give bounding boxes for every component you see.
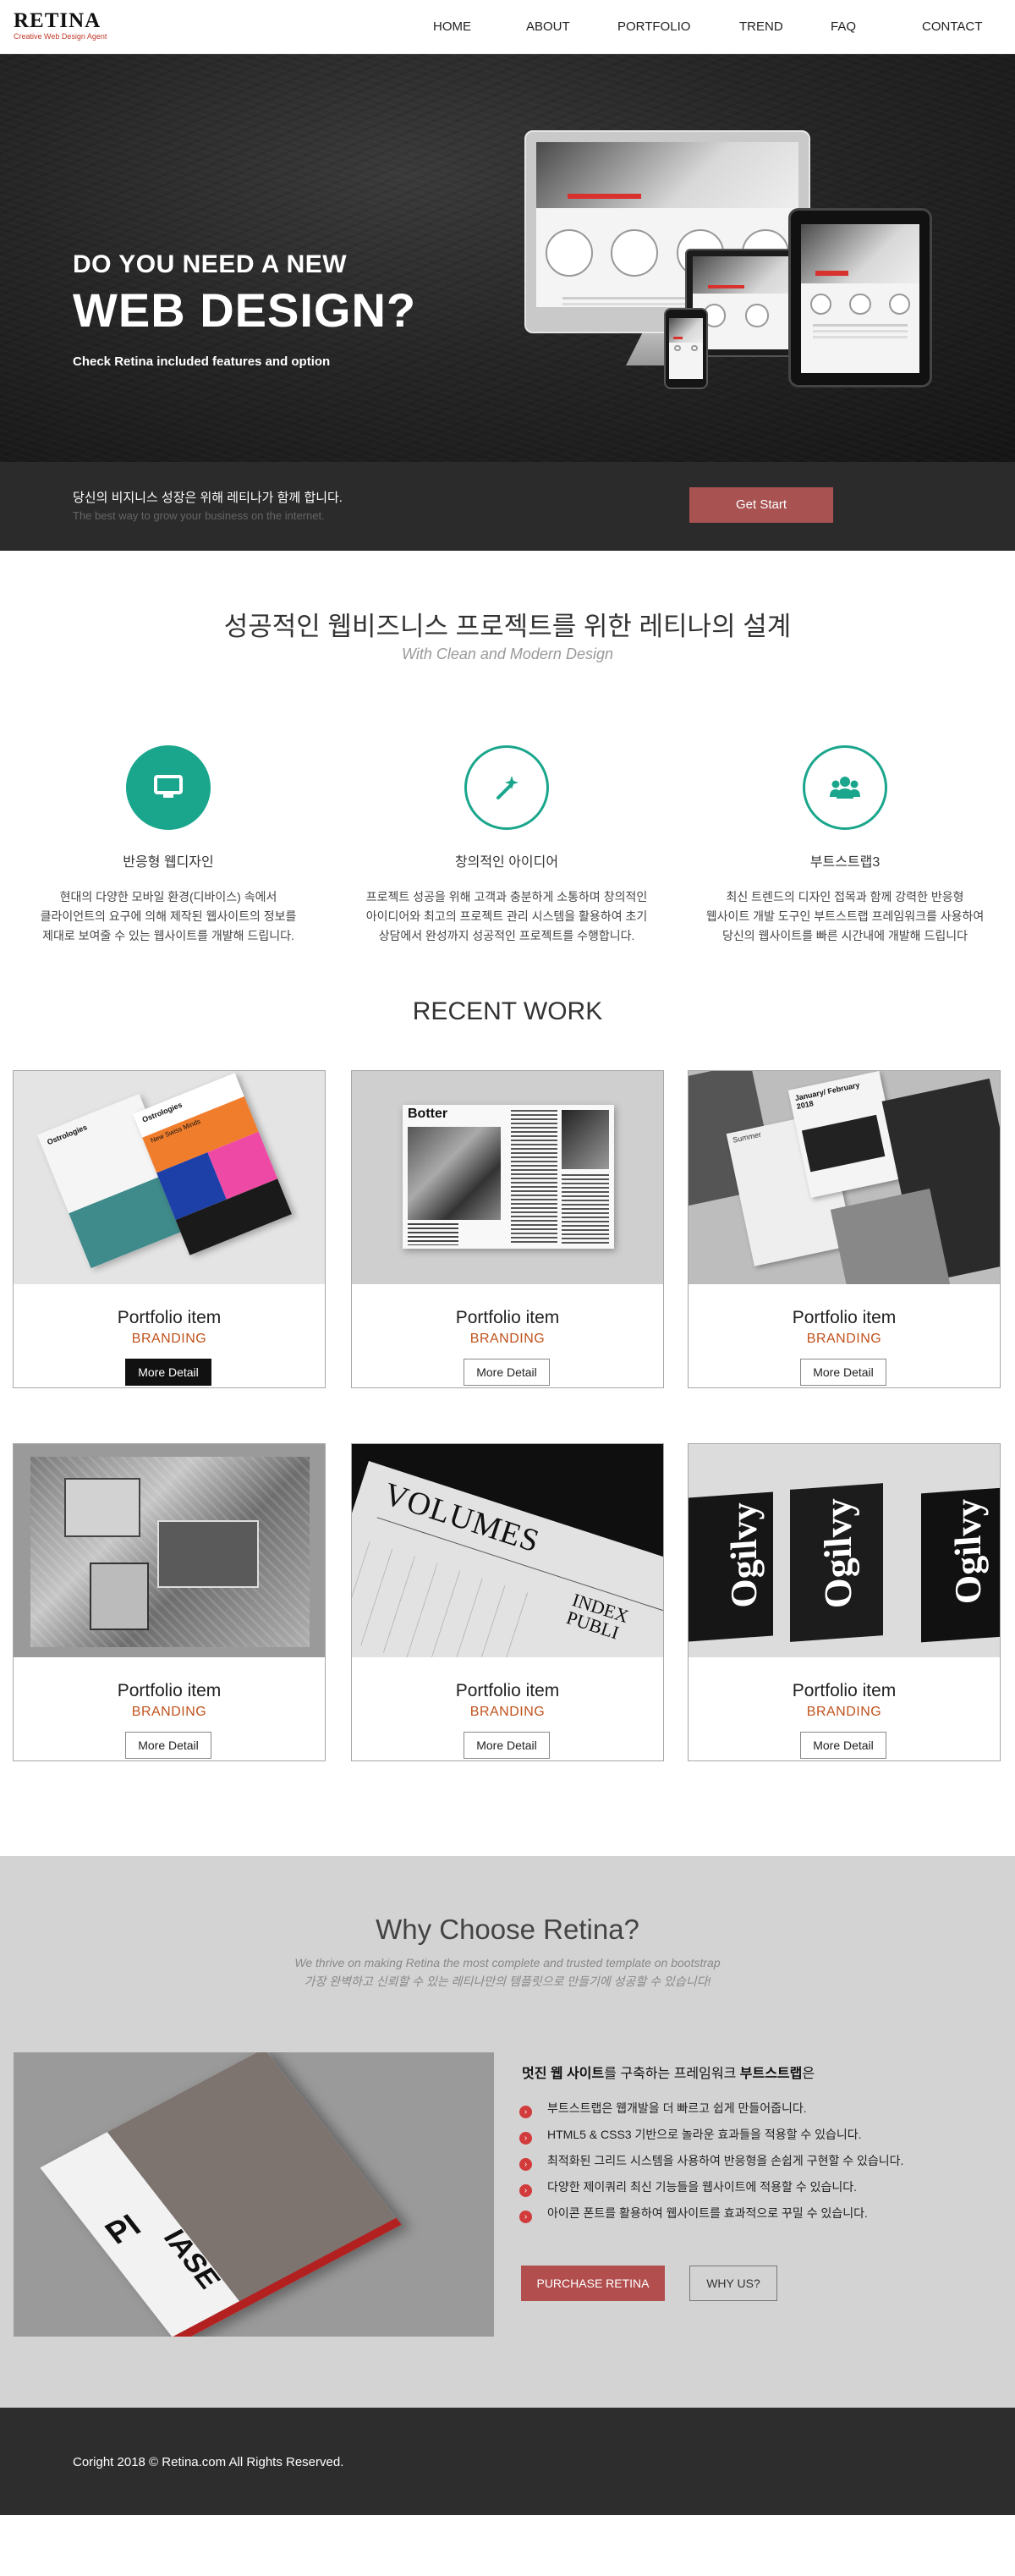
portfolio-image-volumes: VOLUMES INDEX PUBLI <box>352 1444 663 1657</box>
more-detail-button[interactable]: More Detail <box>800 1732 886 1759</box>
hero-subtitle: Check Retina included features and optio… <box>73 354 331 369</box>
portfolio-title: Portfolio item <box>117 1681 222 1700</box>
features-title: 성공적인 웹비즈니스 프로젝트를 위한 레티나의 설계 <box>223 612 792 641</box>
portfolio-category: BRANDING <box>806 1705 882 1719</box>
portfolio-title: Portfolio item <box>455 1308 560 1327</box>
feature-title: 부트스트랩3 <box>809 855 881 870</box>
portfolio-title: Portfolio item <box>792 1308 897 1327</box>
feature-title: 반응형 웹디자인 <box>123 855 214 870</box>
recent-work-section: RECENT WORK Ostrologies Ostrologies New … <box>0 997 1015 1856</box>
monitor-icon <box>126 745 211 830</box>
site-header: RETINA Creative Web Design Agent HOME AB… <box>0 0 1015 54</box>
why-subtitle-ko: 가장 완벽하고 신뢰할 수 있는 레티나만의 템플릿으로 만들기에 성공할 수 … <box>304 1975 711 1988</box>
chevron-right-icon: › <box>519 2158 532 2171</box>
more-detail-button[interactable]: More Detail <box>125 1732 211 1759</box>
nav-home[interactable]: HOME <box>433 19 471 34</box>
nav-trend[interactable]: TREND <box>739 19 783 34</box>
chevron-right-icon: › <box>519 2211 532 2223</box>
portfolio-card[interactable]: Portfolio item BRANDING More Detail <box>13 1443 326 1761</box>
feature-description: 프로젝트 성공을 위해 고객과 충분하게 소통하며 창의적인 아이디어와 최고의… <box>365 890 648 942</box>
portfolio-category: BRANDING <box>131 1705 207 1719</box>
features-section: 성공적인 웹비즈니스 프로젝트를 위한 레티나의 설계 With Clean a… <box>0 551 1015 997</box>
phone-frame <box>664 308 708 389</box>
more-detail-button[interactable]: More Detail <box>125 1359 211 1386</box>
feature-description: 최신 트렌드의 디자인 접목과 함께 강력한 반응형 웹사이트 개발 도구인 부… <box>705 890 985 942</box>
portfolio-image-collage <box>14 1444 325 1657</box>
why-lead-text: 멋진 웹 사이트를 구축하는 프레임워크 부트스트랩은 <box>522 2067 815 2081</box>
copyright-text: Coright 2018 © Retina.com All Rights Res… <box>73 2455 344 2469</box>
chevron-right-icon: › <box>519 2184 532 2197</box>
site-footer: Coright 2018 © Retina.com All Rights Res… <box>0 2408 1015 2515</box>
tablet-screen <box>801 224 919 373</box>
nav-portfolio[interactable]: PORTFOLIO <box>617 19 690 34</box>
hero-section: DO YOU NEED A NEW WEB DESIGN? Check Reti… <box>0 54 1015 462</box>
list-item: › 최적화된 그리드 시스템을 사용하여 반응형을 손쉽게 구현할 수 있습니다. <box>519 2152 903 2171</box>
portfolio-card[interactable]: VOLUMES INDEX PUBLI Portfolio item BRAND… <box>351 1443 664 1761</box>
more-detail-button[interactable]: More Detail <box>800 1359 886 1386</box>
list-item: › HTML5 & CSS3 기반으로 놀라운 효과들을 적용할 수 있습니다. <box>519 2126 862 2145</box>
portfolio-title: Portfolio item <box>792 1681 897 1700</box>
portfolio-image-books: Ostrologies Ostrologies New Swiss Minds <box>14 1071 325 1284</box>
portfolio-card[interactable]: Botter Portfolio item BRANDING More Deta… <box>351 1070 664 1388</box>
portfolio-title: Portfolio item <box>455 1681 560 1700</box>
tablet-frame <box>788 208 932 387</box>
nav-contact[interactable]: CONTACT <box>922 19 982 34</box>
portfolio-category: BRANDING <box>131 1332 207 1346</box>
logo-text: RETINA <box>14 9 102 32</box>
logo[interactable]: RETINA Creative Web Design Agent <box>14 10 107 41</box>
list-item: › 다양한 제이쿼리 최신 기능들을 웹사이트에 적용할 수 있습니다. <box>519 2178 857 2197</box>
portfolio-image-ogilvy: Ogilvy Ogilvy Ogilvy <box>689 1444 1000 1657</box>
more-detail-button[interactable]: More Detail <box>464 1732 550 1759</box>
more-detail-button[interactable]: More Detail <box>464 1359 550 1386</box>
users-icon <box>803 745 887 830</box>
chevron-right-icon: › <box>519 2106 532 2118</box>
why-us-button[interactable]: WHY US? <box>689 2266 777 2301</box>
feature-creative: 창의적인 아이디어 프로젝트 성공을 위해 고객과 충분하게 소통하며 창의적인… <box>346 745 667 946</box>
portfolio-card[interactable]: Summer January/ February 2018 Portfolio … <box>688 1070 1001 1388</box>
nav-faq[interactable]: FAQ <box>831 19 856 34</box>
why-subtitle-en: We thrive on making Retina the most comp… <box>294 1956 721 1969</box>
feature-responsive: 반응형 웹디자인 현대의 다양한 모바일 환경(디바이스) 속에서 클라이언트의… <box>8 745 329 946</box>
feature-description: 현대의 다양한 모바일 환경(디바이스) 속에서 클라이언트의 요구에 의해 제… <box>40 890 297 942</box>
portfolio-image-poster: Botter <box>352 1071 663 1284</box>
phone-screen <box>669 318 703 379</box>
chevron-right-icon: › <box>519 2132 532 2145</box>
device-mockup <box>524 130 947 443</box>
list-item: › 아이콘 폰트를 활용하여 웹사이트를 효과적으로 꾸밀 수 있습니다. <box>519 2205 868 2223</box>
list-item: › 부트스트랩은 웹개발을 더 빠르고 쉽게 만들어줍니다. <box>519 2100 807 2118</box>
strip-message: 당신의 비지니스 성장은 위해 레티나가 함께 합니다. <box>73 491 343 505</box>
portfolio-category: BRANDING <box>469 1332 546 1346</box>
feature-bootstrap: 부트스트랩3 최신 트렌드의 디자인 접목과 함께 강력한 반응형 웹사이트 개… <box>684 745 1006 946</box>
portfolio-image-magazines: Summer January/ February 2018 <box>689 1071 1000 1284</box>
magic-wand-icon <box>464 745 549 830</box>
portfolio-category: BRANDING <box>806 1332 882 1346</box>
purchase-retina-button[interactable]: PURCHASE RETINA <box>521 2266 665 2301</box>
feature-title: 창의적인 아이디어 <box>454 855 559 870</box>
why-image: PI IASE <box>14 2052 494 2337</box>
hero-heading-large: WEB DESIGN? <box>73 283 417 337</box>
portfolio-title: Portfolio item <box>117 1308 222 1327</box>
hero-heading-small: DO YOU NEED A NEW <box>73 250 348 278</box>
strip-submessage: The best way to grow your business on th… <box>73 509 325 522</box>
portfolio-category: BRANDING <box>469 1705 546 1719</box>
nav-about[interactable]: ABOUT <box>526 19 570 34</box>
portfolio-card[interactable]: Ogilvy Ogilvy Ogilvy Portfolio item BRAN… <box>688 1443 1001 1761</box>
features-subtitle: With Clean and Modern Design <box>402 645 613 662</box>
cta-strip: 당신의 비지니스 성장은 위해 레티나가 함께 합니다. The best wa… <box>0 462 1015 551</box>
why-section: Why Choose Retina? We thrive on making R… <box>0 1856 1015 2408</box>
recent-work-title: RECENT WORK <box>412 997 603 1025</box>
portfolio-card[interactable]: Ostrologies Ostrologies New Swiss Minds … <box>13 1070 326 1388</box>
why-title: Why Choose Retina? <box>376 1914 639 1945</box>
get-start-button[interactable]: Get Start <box>689 487 833 523</box>
logo-tagline: Creative Web Design Agent <box>14 32 107 41</box>
